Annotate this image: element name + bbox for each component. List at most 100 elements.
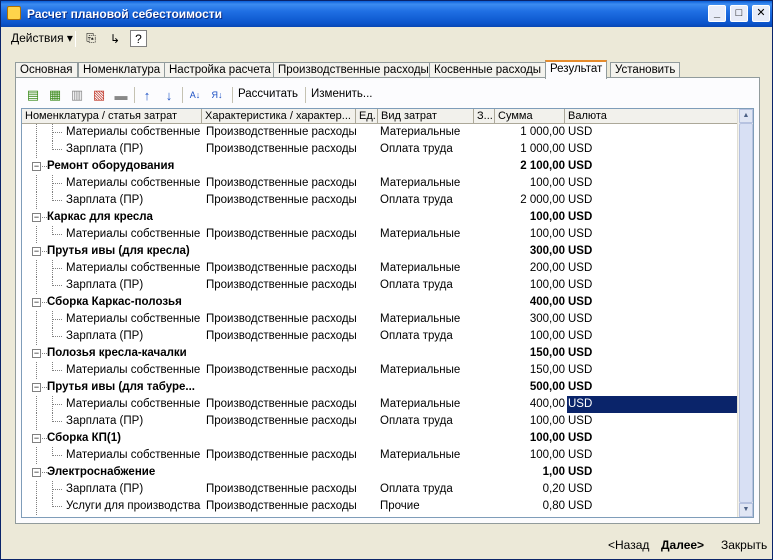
currency-cell[interactable]: USD bbox=[567, 243, 607, 260]
table-row[interactable]: Материалы собственные Производственные ра… bbox=[22, 362, 738, 379]
currency-cell[interactable]: USD bbox=[567, 260, 607, 277]
collapse-icon[interactable]: − bbox=[32, 213, 41, 222]
currency-cell[interactable]: USD bbox=[567, 209, 607, 226]
delete-row-icon[interactable]: ▧ bbox=[90, 86, 108, 104]
tab-result[interactable]: Результат bbox=[545, 60, 608, 79]
tab-install[interactable]: Установить bbox=[610, 62, 681, 78]
help-icon[interactable]: ? bbox=[130, 30, 147, 47]
add-group-icon[interactable]: ▦ bbox=[46, 86, 64, 104]
app-icon bbox=[7, 6, 21, 20]
title-bar[interactable]: Расчет плановой себестоимости _ □ ✕ bbox=[1, 1, 772, 27]
column-header-cost-type[interactable]: Вид затрат bbox=[378, 109, 474, 124]
add-row-icon[interactable]: ▤ bbox=[24, 86, 42, 104]
sort-descending-icon[interactable]: Я↓ bbox=[208, 86, 226, 104]
column-header-nomenclature[interactable]: Номенклатура / статья затрат bbox=[22, 109, 202, 124]
column-header-characteristic[interactable]: Характеристика / характер... bbox=[202, 109, 356, 124]
currency-cell[interactable]: USD bbox=[567, 141, 607, 158]
currency-cell[interactable]: USD bbox=[567, 158, 607, 175]
currency-cell[interactable]: USD bbox=[567, 362, 607, 379]
table-row[interactable]: Услуги для производства Производственные … bbox=[22, 498, 738, 515]
currency-cell[interactable]: USD bbox=[567, 124, 607, 141]
column-header-sum[interactable]: Сумма bbox=[495, 109, 565, 124]
tab-nomenclature[interactable]: Номенклатура bbox=[78, 62, 166, 78]
scroll-down-icon[interactable]: ▼ bbox=[739, 503, 753, 517]
table-row[interactable]: Зарплата (ПР) Производственные расходы Опл… bbox=[22, 328, 738, 345]
vertical-scrollbar[interactable]: ▲ ▼ bbox=[737, 109, 753, 517]
next-button[interactable]: Далее> bbox=[661, 538, 704, 552]
currency-cell[interactable]: USD bbox=[567, 447, 607, 464]
table-row[interactable]: Зарплата (ПР) Производственные расходы Опл… bbox=[22, 277, 738, 294]
collapse-icon[interactable]: − bbox=[32, 162, 41, 171]
maximize-icon[interactable]: □ bbox=[730, 5, 748, 22]
group-row[interactable]: − Сборка КП(1) 100,00 USD bbox=[22, 430, 738, 447]
table-row[interactable]: Зарплата (ПР) Производственные расходы Опл… bbox=[22, 413, 738, 430]
table-row[interactable]: Материалы собственные Производственные ра… bbox=[22, 447, 738, 464]
currency-cell[interactable]: USD bbox=[567, 345, 607, 362]
currency-cell[interactable]: USD bbox=[567, 175, 607, 192]
sort-ascending-icon[interactable]: A↓ bbox=[186, 86, 204, 104]
table-row[interactable]: Зарплата (ПР) Производственные расходы Опл… bbox=[22, 481, 738, 498]
group-row[interactable]: − Ремонт оборудования 2 100,00 USD bbox=[22, 158, 738, 175]
group-row[interactable]: − Полозья кресла-качалки 150,00 USD bbox=[22, 345, 738, 362]
column-header-currency[interactable]: Валюта bbox=[565, 109, 738, 124]
table-row[interactable]: Материалы собственные Производственные ра… bbox=[22, 226, 738, 243]
collapse-icon[interactable]: − bbox=[32, 468, 41, 477]
close-button[interactable]: Закрыть bbox=[721, 538, 767, 552]
currency-cell[interactable]: USD bbox=[567, 277, 607, 294]
group-row[interactable]: − Прутья ивы (для кресла) 300,00 USD bbox=[22, 243, 738, 260]
copy-row-icon[interactable]: ▥ bbox=[68, 86, 86, 104]
group-row[interactable]: − Электроснабжение 1,00 USD bbox=[22, 464, 738, 481]
currency-cell[interactable]: USD bbox=[567, 464, 607, 481]
group-row[interactable]: − Каркас для кресла 100,00 USD bbox=[22, 209, 738, 226]
tab-production-costs[interactable]: Производственные расходы bbox=[273, 62, 434, 78]
table-row[interactable]: Материалы собственные Производственные ра… bbox=[22, 124, 738, 141]
move-up-icon[interactable]: ↑ bbox=[138, 86, 156, 104]
post-document-icon[interactable]: ↳ bbox=[105, 29, 125, 48]
nomenclature-cell: Зарплата (ПР) bbox=[66, 483, 144, 495]
tab-main[interactable]: Основная bbox=[15, 62, 78, 78]
actions-menu[interactable]: Действия ▾ bbox=[11, 31, 73, 45]
edit-row-icon[interactable]: ▬ bbox=[112, 86, 130, 104]
currency-cell[interactable]: USD bbox=[567, 481, 607, 498]
calculate-button[interactable]: Рассчитать bbox=[238, 88, 298, 100]
currency-cell[interactable]: USD bbox=[567, 498, 607, 515]
tab-calc-settings[interactable]: Настройка расчета bbox=[164, 62, 276, 78]
currency-cell[interactable]: USD bbox=[567, 311, 607, 328]
currency-cell[interactable]: USD bbox=[567, 294, 607, 311]
currency-cell[interactable]: USD bbox=[567, 192, 607, 209]
currency-cell[interactable]: USD bbox=[567, 430, 607, 447]
cost-type-cell bbox=[380, 294, 474, 311]
edit-button[interactable]: Изменить... bbox=[311, 88, 372, 100]
currency-cell[interactable]: USD bbox=[567, 396, 738, 413]
column-header-unit[interactable]: Ед. bbox=[356, 109, 378, 124]
group-row[interactable]: − Прутья ивы (для табуре... 500,00 USD bbox=[22, 379, 738, 396]
column-header-qty[interactable]: З... bbox=[474, 109, 495, 124]
scroll-thumb[interactable] bbox=[739, 123, 753, 503]
table-row[interactable]: Материалы собственные Производственные ра… bbox=[22, 260, 738, 277]
currency-cell[interactable]: USD bbox=[567, 413, 607, 430]
result-table[interactable]: Номенклатура / статья затрат Характерист… bbox=[21, 108, 754, 518]
collapse-icon[interactable]: − bbox=[32, 247, 41, 256]
move-down-icon[interactable]: ↓ bbox=[160, 86, 178, 104]
copy-icon[interactable]: ⎘ bbox=[81, 29, 101, 48]
currency-cell[interactable]: USD bbox=[567, 226, 607, 243]
collapse-icon[interactable]: − bbox=[32, 434, 41, 443]
table-row[interactable]: Материалы собственные Производственные ра… bbox=[22, 311, 738, 328]
tab-indirect-costs[interactable]: Косвенные расходы bbox=[429, 62, 547, 78]
table-row[interactable]: Материалы собственные Производственные ра… bbox=[22, 396, 738, 413]
nomenclature-cell: Зарплата (ПР) bbox=[66, 330, 144, 342]
collapse-icon[interactable]: − bbox=[32, 383, 41, 392]
characteristic-cell bbox=[206, 464, 356, 481]
close-icon[interactable]: ✕ bbox=[752, 5, 770, 22]
back-button[interactable]: <Назад bbox=[608, 538, 649, 552]
currency-cell[interactable]: USD bbox=[567, 328, 607, 345]
table-row[interactable]: Материалы собственные Производственные ра… bbox=[22, 175, 738, 192]
table-row[interactable]: Зарплата (ПР) Производственные расходы Опл… bbox=[22, 141, 738, 158]
collapse-icon[interactable]: − bbox=[32, 349, 41, 358]
group-row[interactable]: − Сборка Каркас-полозья 400,00 USD bbox=[22, 294, 738, 311]
collapse-icon[interactable]: − bbox=[32, 298, 41, 307]
currency-cell[interactable]: USD bbox=[567, 379, 607, 396]
scroll-up-icon[interactable]: ▲ bbox=[739, 109, 753, 123]
table-row[interactable]: Зарплата (ПР) Производственные расходы Опл… bbox=[22, 192, 738, 209]
minimize-icon[interactable]: _ bbox=[708, 5, 726, 22]
